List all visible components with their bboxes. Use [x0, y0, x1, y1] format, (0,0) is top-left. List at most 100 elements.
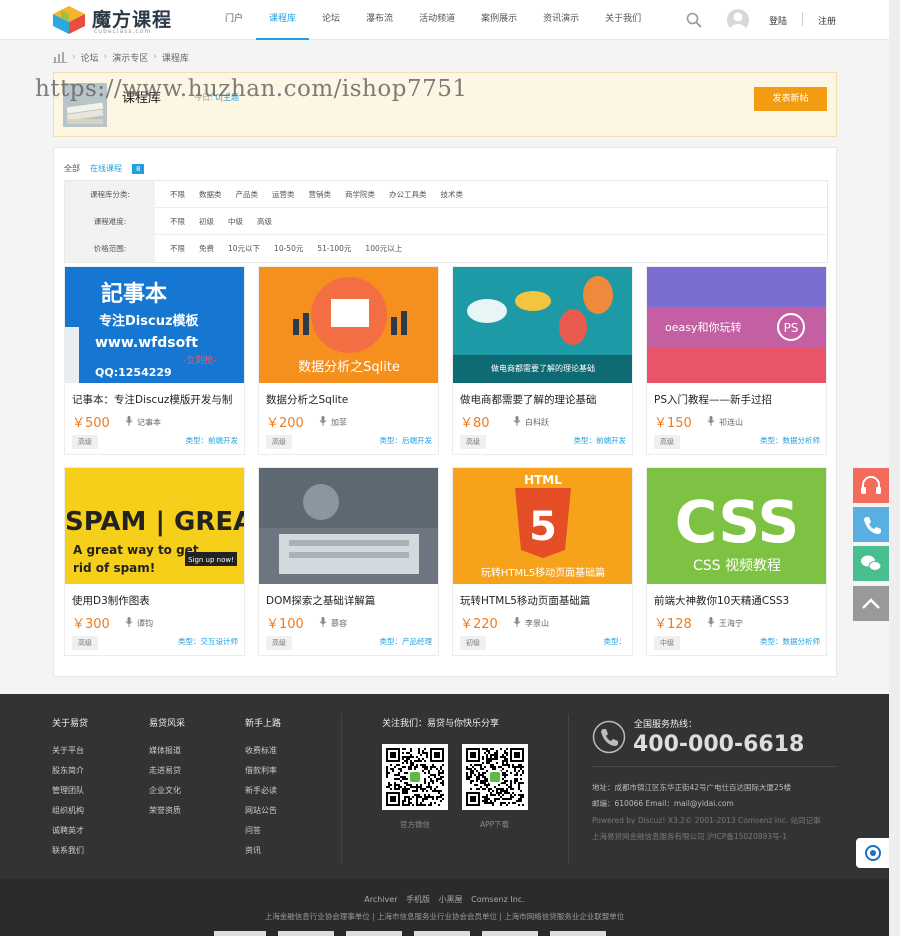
nav-portal[interactable]: 门户	[212, 0, 256, 40]
blackroom-link[interactable]: 小黑屋	[439, 895, 463, 904]
side-phone-button[interactable]	[853, 507, 889, 542]
nav-news[interactable]: 资讯演示	[530, 0, 592, 40]
footer-link[interactable]: 组织机构	[52, 801, 88, 821]
footer-link[interactable]: 新手必读	[245, 781, 281, 801]
footer-link[interactable]: 走进易贷	[149, 761, 185, 781]
nav-about[interactable]: 关于我们	[592, 0, 654, 40]
filter-option[interactable]: 商学院类	[338, 189, 382, 200]
footer-link[interactable]: 问答	[245, 821, 281, 841]
tab-all[interactable]: 全部	[64, 163, 80, 174]
course-card[interactable]: CSS CSS 视频教程 前端大神教你10天精通CSS3 ￥128 王海宁 中级 类型：数据…	[646, 467, 827, 656]
site-logo[interactable]: 魔方课程 cubeclass.com	[52, 5, 172, 37]
course-card[interactable]: HTML 5 玩转HTML5移动页面基础篇 玩转HTML5移动页面基础篇 ￥220 李景山…	[452, 467, 633, 656]
course-title[interactable]: DOM探索之基础详解篇	[266, 593, 434, 608]
footer-link[interactable]: 收费标准	[245, 741, 281, 761]
course-card[interactable]: 做电商都需要了解的理论基础 做电商都需要了解的理论基础 ￥80 白科跃 高级 类型：前端开…	[452, 266, 633, 455]
post-new-thread-button[interactable]: 发表新帖	[754, 87, 827, 111]
course-type[interactable]: 类型：	[604, 636, 627, 647]
filter-option[interactable]: 初级	[192, 216, 221, 227]
float-service-widget[interactable]	[856, 838, 889, 868]
filter-option[interactable]: 中级	[221, 216, 250, 227]
course-card[interactable]: 数据分析之Sqlite 数据分析之Sqlite ￥200 加菲 高级 类型：后端开发	[258, 266, 439, 455]
breadcrumb-demo-zone[interactable]: 演示专区	[112, 51, 148, 64]
nav-course-library[interactable]: 课程库	[256, 0, 310, 40]
course-type[interactable]: 类型：前端开发	[186, 435, 239, 446]
nav-cases[interactable]: 案例展示	[468, 0, 530, 40]
footer-link[interactable]: 网站公告	[245, 801, 281, 821]
filter-option[interactable]: 免费	[192, 243, 221, 254]
filter-option[interactable]: 运营类	[265, 189, 302, 200]
footer-link[interactable]: 管理团队	[52, 781, 88, 801]
nav-forum[interactable]: 论坛	[309, 0, 353, 40]
course-type[interactable]: 类型：交互设计师	[178, 636, 238, 647]
footer-link[interactable]: 荣誉资质	[149, 801, 185, 821]
course-title[interactable]: 做电商都需要了解的理论基础	[460, 392, 628, 407]
nav-events[interactable]: 活动频道	[406, 0, 468, 40]
filter-option[interactable]: 不限	[163, 243, 192, 254]
nav-waterfall[interactable]: 瀑布流	[353, 0, 406, 40]
comsenz-link[interactable]: Comsenz Inc.	[471, 895, 525, 904]
trust-badge[interactable]	[550, 931, 606, 936]
register-link[interactable]: 注册	[818, 14, 836, 27]
trust-badge[interactable]	[278, 931, 334, 936]
course-cover[interactable]: HTML 5 玩转HTML5移动页面基础篇	[453, 468, 632, 584]
footer-link[interactable]: 联系我们	[52, 841, 88, 861]
footer-link[interactable]: 借款利率	[245, 761, 281, 781]
trust-badge[interactable]	[346, 931, 402, 936]
filter-option[interactable]: 技术类	[434, 189, 471, 200]
course-type[interactable]: 类型：数据分析师	[760, 636, 820, 647]
filter-option[interactable]: 100元以上	[358, 243, 409, 254]
trust-badge[interactable]	[414, 931, 470, 936]
breadcrumb-forum[interactable]: 论坛	[81, 51, 99, 64]
side-support-button[interactable]	[853, 468, 889, 503]
footer-link[interactable]: 股东简介	[52, 761, 88, 781]
home-chart-icon[interactable]	[53, 51, 67, 63]
course-title[interactable]: 记事本：专注Discuz模版开发与制	[72, 392, 240, 407]
filter-option[interactable]: 数据类	[192, 189, 229, 200]
breadcrumb-course-library[interactable]: 课程库	[162, 51, 189, 64]
side-wechat-button[interactable]	[853, 546, 889, 581]
course-cover[interactable]: 記事本 专注Discuz模板 www.wfdsoft -立刻抢- QQ:1254229	[65, 267, 244, 383]
course-type[interactable]: 类型：产品经理	[380, 636, 433, 647]
footer-link[interactable]: 关于平台	[52, 741, 88, 761]
course-cover[interactable]: 做电商都需要了解的理论基础	[453, 267, 632, 383]
filter-option[interactable]: 产品类	[229, 189, 266, 200]
course-title[interactable]: 数据分析之Sqlite	[266, 392, 434, 407]
footer-link[interactable]: 企业文化	[149, 781, 185, 801]
mobile-link[interactable]: 手机版	[406, 895, 430, 904]
user-avatar[interactable]	[727, 9, 749, 31]
archiver-link[interactable]: Archiver	[364, 895, 397, 904]
course-card[interactable]: 記事本 专注Discuz模板 www.wfdsoft -立刻抢- QQ:1254229 记…	[64, 266, 245, 455]
course-card[interactable]: DOM探索之基础详解篇 ￥100 慕容 高级 类型：产品经理	[258, 467, 439, 656]
trust-badge[interactable]	[482, 931, 538, 936]
course-type[interactable]: 类型：数据分析师	[760, 435, 820, 446]
page-scrollbar[interactable]	[889, 0, 900, 936]
course-type[interactable]: 类型：后端开发	[380, 435, 433, 446]
course-title[interactable]: 使用D3制作图表	[72, 593, 240, 608]
filter-option[interactable]: 10-50元	[267, 243, 310, 254]
course-title[interactable]: PS入门教程——新手过招	[654, 392, 822, 407]
trust-badge[interactable]	[214, 931, 266, 936]
filter-option[interactable]: 不限	[163, 189, 192, 200]
course-card[interactable]: SPAM | GREAT A great way to get rid of spa…	[64, 467, 245, 656]
filter-option[interactable]: 营销类	[302, 189, 339, 200]
filter-option[interactable]: 51-100元	[310, 243, 358, 254]
filter-option[interactable]: 10元以下	[221, 243, 267, 254]
course-cover[interactable]	[259, 468, 438, 584]
filter-option[interactable]: 高级	[250, 216, 279, 227]
course-title[interactable]: 玩转HTML5移动页面基础篇	[460, 593, 628, 608]
filter-option[interactable]: 办公工具类	[382, 189, 434, 200]
course-cover[interactable]: SPAM | GREAT A great way to get rid of spa…	[65, 468, 244, 584]
footer-link[interactable]: 媒体报道	[149, 741, 185, 761]
course-cover[interactable]: CSS CSS 视频教程	[647, 468, 826, 584]
footer-link[interactable]: 资讯	[245, 841, 281, 861]
side-back-to-top-button[interactable]	[853, 586, 889, 621]
login-link[interactable]: 登陆	[769, 14, 787, 27]
course-title[interactable]: 前端大神教你10天精通CSS3	[654, 593, 822, 608]
footer-link[interactable]: 诚聘英才	[52, 821, 88, 841]
filter-option[interactable]: 不限	[163, 216, 192, 227]
tab-online-courses[interactable]: 在线课程	[90, 163, 122, 174]
course-type[interactable]: 类型：前端开发	[574, 435, 627, 446]
course-cover[interactable]: 数据分析之Sqlite	[259, 267, 438, 383]
course-card[interactable]: oeasy和你玩转 PS PS入门教程——新手过招 ￥150 祁连山 高级 类型：数据分析师	[646, 266, 827, 455]
